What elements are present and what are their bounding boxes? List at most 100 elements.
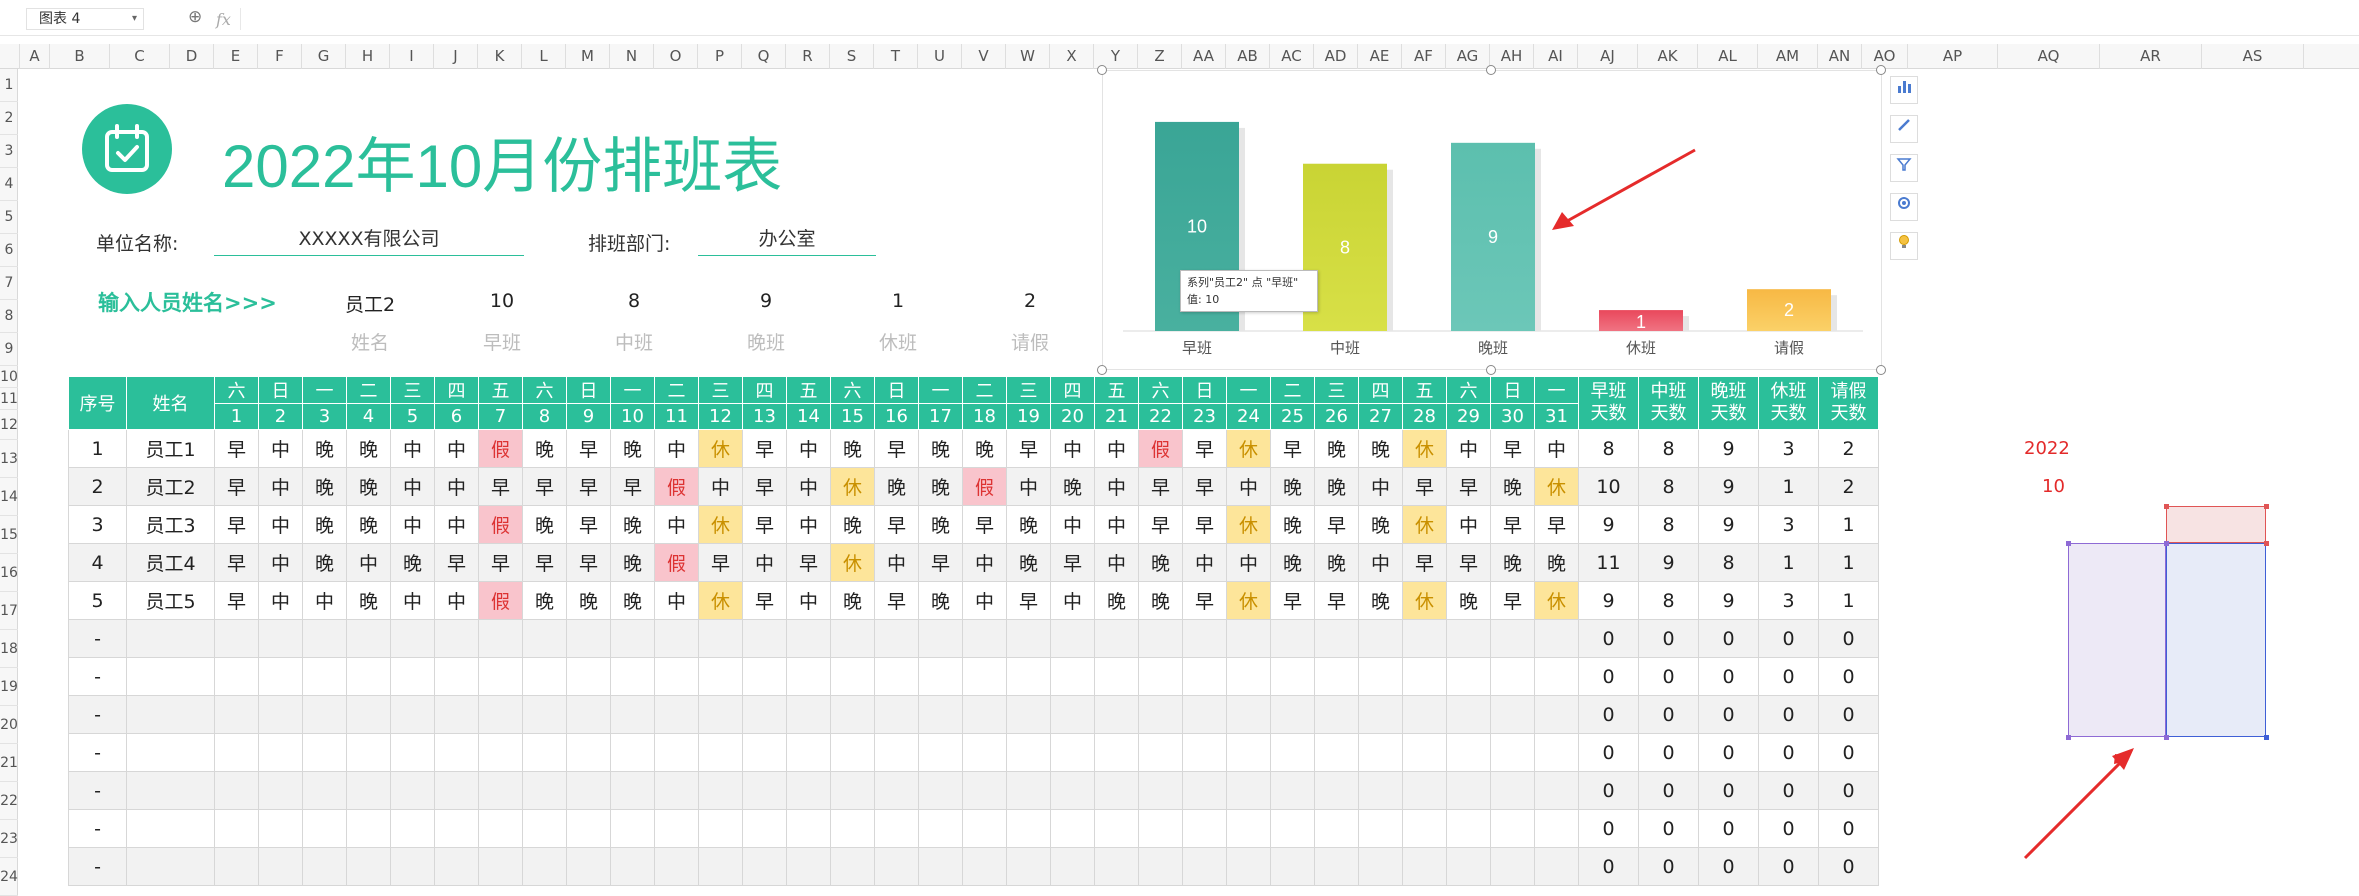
stat-cell[interactable]: 0 — [1578, 695, 1639, 734]
weekday-header[interactable]: 五 — [786, 376, 831, 404]
shift-cell[interactable] — [786, 619, 831, 658]
shift-cell[interactable]: 早 — [1182, 467, 1227, 506]
row-no-cell[interactable]: - — [68, 619, 127, 658]
shift-cell[interactable]: 早 — [918, 543, 963, 582]
shift-cell[interactable]: 假 — [478, 581, 523, 620]
shift-cell[interactable]: 休 — [830, 543, 875, 582]
column-header[interactable]: V — [962, 44, 1006, 69]
column-header[interactable]: D — [170, 44, 214, 69]
weekday-header[interactable]: 二 — [346, 376, 391, 404]
row-no-cell[interactable]: 5 — [68, 581, 127, 620]
shift-cell[interactable]: 早 — [1402, 467, 1447, 506]
stat-cell[interactable]: 0 — [1578, 771, 1639, 810]
shift-cell[interactable] — [390, 619, 435, 658]
shift-cell[interactable]: 中 — [434, 581, 479, 620]
shift-cell[interactable]: 晚 — [1138, 581, 1183, 620]
shift-cell[interactable]: 晚 — [610, 543, 655, 582]
shift-cell[interactable] — [1270, 771, 1315, 810]
shift-cell[interactable]: 早 — [566, 505, 611, 544]
purple-shape[interactable] — [2068, 543, 2166, 737]
shift-cell[interactable] — [1226, 771, 1271, 810]
stat-cell[interactable]: 9 — [1698, 581, 1759, 620]
shift-cell[interactable]: 晚 — [830, 581, 875, 620]
shift-cell[interactable] — [698, 809, 743, 848]
shift-cell[interactable] — [1094, 771, 1139, 810]
stat-cell[interactable]: 8 — [1698, 543, 1759, 582]
select-all-corner[interactable] — [0, 44, 20, 69]
shift-cell[interactable] — [610, 847, 655, 886]
shift-cell[interactable]: 晚 — [390, 543, 435, 582]
shift-cell[interactable] — [1534, 695, 1579, 734]
stat-header[interactable]: 休班 天数 — [1758, 376, 1819, 430]
day-header[interactable]: 6 — [434, 403, 479, 430]
stat-header[interactable]: 中班 天数 — [1638, 376, 1699, 430]
row-no-cell[interactable]: - — [68, 695, 127, 734]
shift-cell[interactable] — [654, 771, 699, 810]
shift-cell[interactable] — [1006, 847, 1051, 886]
stat-cell[interactable]: 1 — [1818, 581, 1879, 620]
stat-cell[interactable]: 0 — [1698, 847, 1759, 886]
shift-cell[interactable]: 早 — [742, 505, 787, 544]
shape-handle[interactable] — [2164, 541, 2169, 546]
shift-cell[interactable]: 中 — [874, 543, 919, 582]
shift-cell[interactable] — [522, 733, 567, 772]
shift-cell[interactable]: 中 — [434, 467, 479, 506]
shift-cell[interactable] — [1050, 771, 1095, 810]
shift-cell[interactable] — [610, 733, 655, 772]
weekday-header[interactable]: 日 — [1490, 376, 1535, 404]
row-header[interactable]: 19 — [0, 668, 18, 706]
column-header[interactable]: AA — [1182, 44, 1226, 69]
stat-cell[interactable]: 3 — [1758, 505, 1819, 544]
shift-cell[interactable] — [1314, 695, 1359, 734]
row-header[interactable]: 9 — [0, 333, 18, 366]
shift-cell[interactable]: 中 — [1050, 505, 1095, 544]
shift-cell[interactable]: 早 — [1490, 581, 1535, 620]
stat-cell[interactable]: 11 — [1578, 543, 1639, 582]
chart-resize-handle[interactable] — [1097, 65, 1107, 75]
shift-cell[interactable] — [566, 619, 611, 658]
shift-cell[interactable] — [1402, 771, 1447, 810]
shift-cell[interactable]: 中 — [1050, 581, 1095, 620]
shift-cell[interactable]: 早 — [214, 429, 259, 468]
chart-resize-handle[interactable] — [1876, 65, 1886, 75]
weekday-header[interactable]: 一 — [302, 376, 347, 404]
shift-cell[interactable] — [434, 695, 479, 734]
column-header[interactable]: F — [258, 44, 302, 69]
column-header[interactable]: U — [918, 44, 962, 69]
shape-handle[interactable] — [2264, 504, 2269, 509]
dept-field[interactable]: 办公室 — [698, 224, 876, 256]
shift-cell[interactable]: 晚 — [962, 429, 1007, 468]
shift-cell[interactable] — [654, 847, 699, 886]
shift-cell[interactable] — [1270, 695, 1315, 734]
shift-cell[interactable]: 晚 — [302, 467, 347, 506]
stat-cell[interactable]: 0 — [1578, 733, 1639, 772]
column-header[interactable]: AK — [1638, 44, 1698, 69]
column-header[interactable]: AF — [1402, 44, 1446, 69]
column-header[interactable]: P — [698, 44, 742, 69]
stat-cell[interactable]: 0 — [1638, 657, 1699, 696]
shift-cell[interactable] — [302, 695, 347, 734]
shift-cell[interactable]: 早 — [1006, 429, 1051, 468]
shift-cell[interactable]: 早 — [566, 467, 611, 506]
shift-cell[interactable]: 假 — [478, 429, 523, 468]
shift-cell[interactable] — [1094, 657, 1139, 696]
row-header[interactable]: 12 — [0, 410, 18, 440]
shift-cell[interactable] — [1050, 847, 1095, 886]
stat-cell[interactable]: 3 — [1758, 429, 1819, 468]
blue-shape[interactable] — [2166, 543, 2266, 737]
stat-cell[interactable]: 8 — [1638, 505, 1699, 544]
stat-cell[interactable]: 8 — [1638, 467, 1699, 506]
shift-cell[interactable] — [874, 695, 919, 734]
column-header[interactable]: AM — [1758, 44, 1818, 69]
row-header[interactable]: 3 — [0, 135, 18, 168]
shift-cell[interactable] — [346, 657, 391, 696]
shift-cell[interactable] — [1358, 809, 1403, 848]
stat-cell[interactable]: 0 — [1818, 771, 1879, 810]
stat-cell[interactable]: 1 — [1758, 543, 1819, 582]
shift-cell[interactable] — [434, 733, 479, 772]
stat-cell[interactable]: 8 — [1638, 581, 1699, 620]
weekday-header[interactable]: 五 — [1094, 376, 1139, 404]
shift-cell[interactable] — [566, 771, 611, 810]
shift-cell[interactable]: 中 — [1094, 505, 1139, 544]
day-header[interactable]: 13 — [742, 403, 787, 430]
